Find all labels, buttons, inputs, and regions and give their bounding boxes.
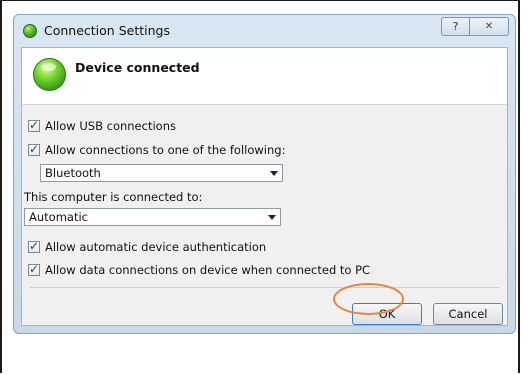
app-status-icon	[23, 24, 37, 38]
cancel-button[interactable]: Cancel	[433, 303, 503, 325]
chevron-down-icon	[268, 215, 276, 220]
allow-usb-label: Allow USB connections	[45, 119, 176, 133]
chevron-down-icon	[270, 171, 278, 176]
status-header: Device connected	[22, 48, 507, 105]
title-bar: Connection Settings ? ✕	[14, 15, 515, 47]
connection-type-select[interactable]: Bluetooth	[40, 164, 283, 182]
ok-button[interactable]: OK	[352, 303, 422, 325]
allow-data-label: Allow data connections on device when co…	[45, 263, 371, 277]
status-text: Device connected	[75, 60, 200, 75]
computer-connected-label: This computer is connected to:	[24, 190, 203, 204]
network-type-select[interactable]: Automatic	[24, 208, 281, 226]
allow-auth-checkbox[interactable]	[28, 239, 40, 253]
dialog-content: Device connected Allow USB connections A…	[21, 47, 508, 326]
connected-status-icon	[33, 58, 66, 91]
network-type-value: Automatic	[29, 210, 88, 224]
allow-other-label: Allow connections to one of the followin…	[45, 143, 286, 157]
button-separator	[30, 287, 499, 288]
allow-usb-checkbox[interactable]	[28, 118, 40, 132]
close-button[interactable]: ✕	[470, 17, 509, 36]
allow-other-checkbox[interactable]	[28, 142, 40, 156]
allow-data-checkbox[interactable]	[28, 262, 40, 276]
allow-auth-label: Allow automatic device authentication	[45, 240, 267, 254]
help-button[interactable]: ?	[441, 17, 470, 36]
connection-settings-dialog: Connection Settings ? ✕ Device connected…	[13, 14, 516, 334]
dialog-title: Connection Settings	[44, 23, 170, 38]
connection-type-value: Bluetooth	[45, 166, 101, 180]
